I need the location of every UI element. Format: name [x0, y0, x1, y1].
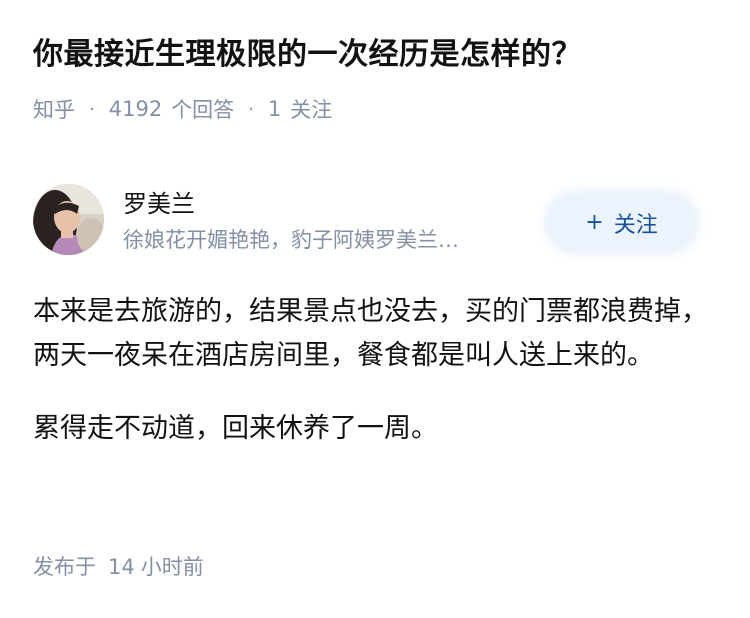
- answer-count-label: 个回答: [171, 98, 235, 122]
- answer-page: 你最接近生理极限的一次经历是怎样的？ 知乎 · 4192 个回答 · 1 关注 …: [0, 0, 750, 618]
- post-time-value: 14: [108, 555, 135, 579]
- follow-button-label: 关注: [613, 212, 658, 238]
- author-name[interactable]: 罗美兰: [123, 187, 195, 221]
- author-bio: 徐娘花开媚艳艳，豹子阿姨罗美兰…: [123, 228, 459, 252]
- meta-separator: ·: [248, 98, 254, 120]
- follow-count-label: 关注: [290, 98, 333, 122]
- post-time: 发布于 14 小时前: [33, 551, 204, 583]
- plus-icon: +: [585, 210, 604, 235]
- answer-content: 本来是去旅游的，结果景点也没去，买的门票都浪费掉，两天一夜呆在酒店房间里，餐食都…: [33, 290, 723, 451]
- source-label: 知乎: [33, 98, 75, 122]
- answer-paragraph: 累得走不动道，回来休养了一周。: [33, 413, 438, 444]
- author-avatar[interactable]: [33, 184, 104, 255]
- avatar-image: [33, 184, 104, 255]
- question-title[interactable]: 你最接近生理极限的一次经历是怎样的？: [33, 33, 723, 77]
- follow-button[interactable]: + 关注: [550, 197, 693, 248]
- answer-count: 4192: [108, 97, 163, 121]
- meta-separator: ·: [89, 98, 95, 120]
- answer-paragraph: 本来是去旅游的，结果景点也没去，买的门票都浪费掉，两天一夜呆在酒店房间里，餐食都…: [33, 296, 708, 371]
- author-card: 罗美兰 徐娘花开媚艳艳，豹子阿姨罗美兰… + 关注: [33, 184, 723, 260]
- follow-count: 1: [267, 97, 282, 121]
- post-time-prefix: 发布于: [33, 555, 96, 579]
- question-meta: 知乎 · 4192 个回答 · 1 关注: [33, 92, 332, 126]
- post-time-unit: 小时前: [140, 555, 204, 579]
